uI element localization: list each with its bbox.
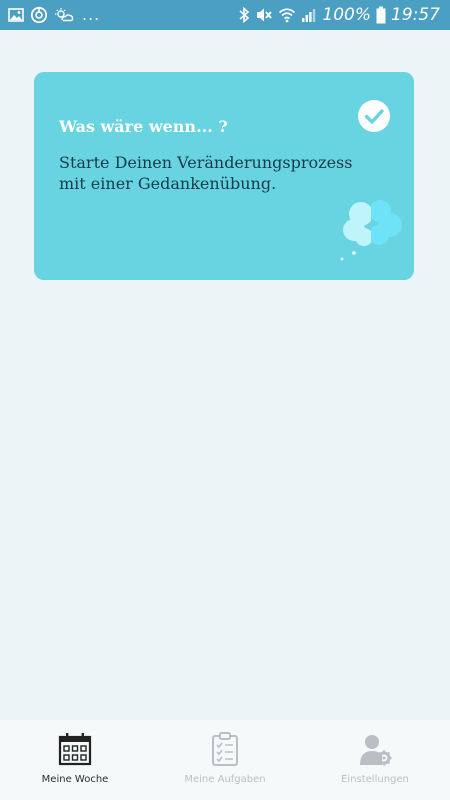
- system-icons: 100% 19:57: [238, 4, 440, 26]
- bluetooth-icon: [238, 6, 250, 24]
- nav-label: Einstellungen: [341, 774, 409, 785]
- more-notifications: ...: [82, 5, 101, 24]
- card-title: Was wäre wenn... ?: [59, 117, 228, 136]
- nav-einstellungen[interactable]: Einstellungen: [300, 720, 450, 800]
- nav-label: Meine Aufgaben: [184, 774, 266, 785]
- battery-percent: 100%: [322, 5, 371, 25]
- user-settings-icon: [360, 735, 392, 766]
- clock: 19:57: [391, 5, 440, 25]
- status-bar: ... 100% 19:57: [0, 0, 450, 30]
- nav-meine-woche[interactable]: Meine Woche: [0, 720, 150, 800]
- image-notification-icon: [8, 8, 24, 22]
- vibrate-mute-icon: [255, 6, 273, 24]
- check-circle-icon: [358, 100, 390, 132]
- exercise-card[interactable]: Was wäre wenn... ? Starte Deinen Verände…: [34, 72, 414, 280]
- bottom-navigation: Meine Woche Meine Aufgaben Einstellungen: [0, 720, 450, 800]
- calendar-icon: [58, 733, 92, 766]
- nav-meine-aufgaben[interactable]: Meine Aufgaben: [150, 720, 300, 800]
- notification-icons: ...: [8, 5, 100, 25]
- checklist-icon: [212, 732, 238, 766]
- thought-cloud-icon: [340, 200, 402, 261]
- sync-notification-icon: [30, 6, 48, 24]
- card-description: Starte Deinen Veränderungsprozess mit ei…: [59, 153, 353, 193]
- signal-icon: [301, 7, 317, 23]
- wifi-icon: [278, 6, 296, 24]
- nav-label: Meine Woche: [41, 774, 109, 785]
- battery-icon: [376, 6, 386, 24]
- weather-notification-icon: [54, 7, 74, 23]
